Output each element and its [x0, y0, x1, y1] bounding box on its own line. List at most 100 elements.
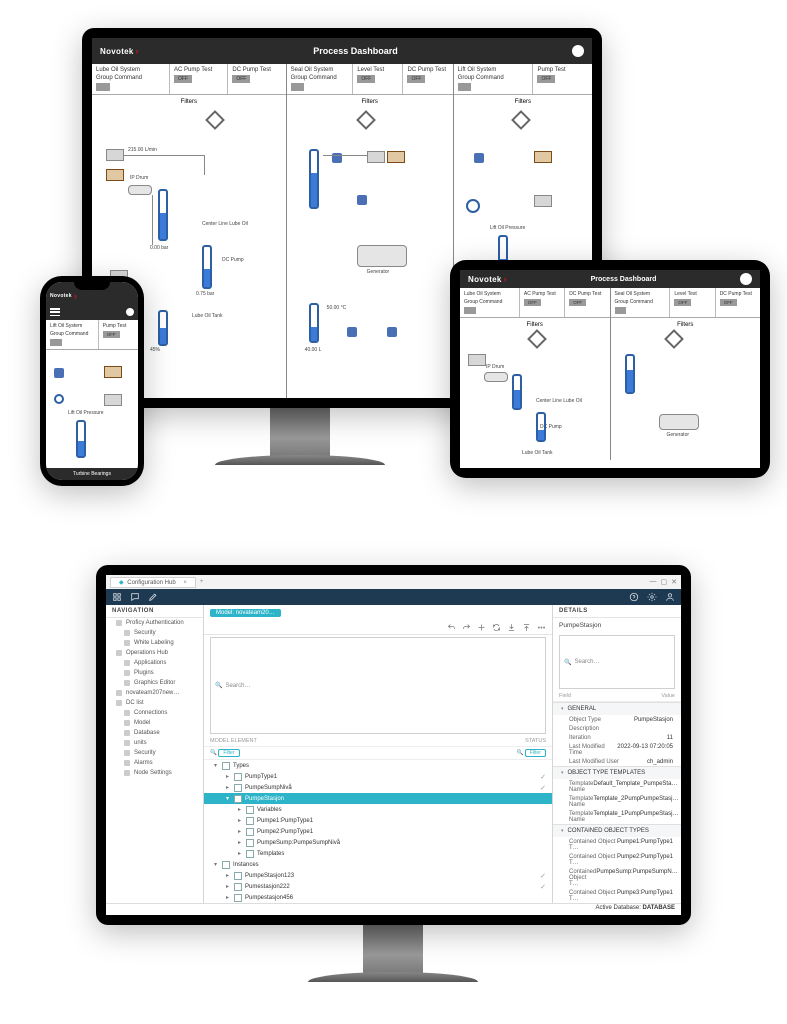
pump-icon[interactable]: [106, 169, 124, 181]
crumb-pill[interactable]: Model: novateam20…: [210, 609, 281, 617]
tree-row[interactable]: ▸PumpeSumpNivå✓: [204, 782, 552, 793]
pump-icon[interactable]: [534, 151, 552, 163]
nav-item[interactable]: Model: [106, 718, 203, 728]
nav-item[interactable]: Security: [106, 748, 203, 758]
pump-test-button[interactable]: OFF: [537, 75, 555, 83]
valve-icon[interactable]: [474, 153, 484, 163]
user-icon[interactable]: [126, 308, 134, 316]
nav-item[interactable]: Graphics Editor: [106, 678, 203, 688]
group-cmd-button[interactable]: [291, 83, 305, 91]
grid-icon[interactable]: [112, 592, 122, 602]
tank-gauge[interactable]: [309, 149, 319, 209]
nav-item[interactable]: Security: [106, 628, 203, 638]
detail-row: Contained Object T…Pumpe2:PumpType1: [553, 852, 681, 867]
tree-row[interactable]: ▸Variables: [204, 804, 552, 815]
page-title: Process Dashboard: [507, 276, 740, 283]
close-icon[interactable]: ✕: [671, 578, 677, 586]
gear-icon[interactable]: [647, 592, 657, 602]
nav-item[interactable]: units: [106, 738, 203, 748]
drum-icon: [128, 185, 152, 195]
tree-row[interactable]: ▸Pumestasjon222✓: [204, 881, 552, 892]
edit-icon[interactable]: [148, 592, 158, 602]
nav-item[interactable]: Plugins: [106, 668, 203, 678]
pump-icon[interactable]: [106, 149, 124, 161]
group-cmd-button[interactable]: [50, 339, 62, 346]
tree-row[interactable]: ▸Pumpestasjon456: [204, 892, 552, 903]
accordion-header[interactable]: CONTAINED OBJECT TYPES: [553, 824, 681, 837]
hamburger-icon[interactable]: [50, 308, 60, 316]
nav-item[interactable]: Applications: [106, 658, 203, 668]
group-cmd-button[interactable]: [458, 83, 472, 91]
nav-item[interactable]: DC list: [106, 698, 203, 708]
user-icon[interactable]: [665, 592, 675, 602]
help-icon[interactable]: [629, 592, 639, 602]
upload-icon[interactable]: [522, 623, 531, 632]
download-icon[interactable]: [507, 623, 516, 632]
valve-icon[interactable]: [357, 195, 367, 205]
nav-item[interactable]: White Labeling: [106, 638, 203, 648]
chat-icon[interactable]: [130, 592, 140, 602]
details-search-input[interactable]: 🔍 Search…: [559, 635, 675, 689]
panel-title: NAVIGATION: [106, 605, 203, 618]
refresh-icon[interactable]: [492, 623, 501, 632]
detail-row: Last Modified Userch_admin: [553, 757, 681, 766]
generator-icon: [357, 245, 407, 267]
tree-row[interactable]: ▾Instances: [204, 859, 552, 870]
valve-icon[interactable]: [387, 327, 397, 337]
tree-row[interactable]: ▾PumpeStasjon: [204, 793, 552, 804]
nav-item[interactable]: Alarms: [106, 758, 203, 768]
ac-pump-test-button[interactable]: OFF: [174, 75, 192, 83]
pump-icon[interactable]: [534, 195, 552, 207]
filter-icon: [205, 110, 225, 130]
dc-pump-test-button[interactable]: OFF: [407, 75, 425, 83]
new-tab-button[interactable]: +: [200, 579, 204, 585]
motor-icon[interactable]: [466, 199, 480, 213]
nav-item[interactable]: Operations Hub: [106, 648, 203, 658]
lift-oil-schematic: Lift Oil Pressure: [46, 350, 138, 468]
motor-icon[interactable]: [54, 394, 64, 404]
filter-icon: [527, 329, 547, 349]
user-icon[interactable]: [572, 45, 584, 57]
system-title: Lube Oil System: [96, 67, 165, 73]
pump-icon[interactable]: [367, 151, 385, 163]
tree-row[interactable]: ▸PumpeStasjon123✓: [204, 870, 552, 881]
seal-oil-schematic: Filters Generator: [287, 95, 453, 398]
dc-pump-test-button[interactable]: OFF: [232, 75, 250, 83]
tree-row[interactable]: ▾Types: [204, 760, 552, 771]
nav-item[interactable]: novateam207new…: [106, 688, 203, 698]
details-breadcrumb[interactable]: PumpeStasjon: [553, 618, 681, 633]
tree-row[interactable]: ▸PumpeSump:PumpeSumpNivå: [204, 837, 552, 848]
level-test-button[interactable]: OFF: [357, 75, 375, 83]
pump-test-button[interactable]: OFF: [103, 331, 120, 338]
nav-item[interactable]: Node Settings: [106, 768, 203, 778]
tree-row[interactable]: ▸Pumpe1:PumpType1: [204, 815, 552, 826]
accordion-header[interactable]: GENERAL: [553, 702, 681, 715]
tank-gauge[interactable]: [309, 303, 319, 343]
tree-row[interactable]: ▸Pumpe2:PumpType1: [204, 826, 552, 837]
browser-tab[interactable]: ◆ Configuration Hub ×: [110, 577, 196, 588]
redo-icon[interactable]: [462, 623, 471, 632]
more-icon[interactable]: [537, 623, 546, 632]
search-input[interactable]: 🔍 Search…: [210, 637, 546, 734]
tree-row[interactable]: ▸PumpType1✓: [204, 771, 552, 782]
phone-footer[interactable]: Turbine Bearings: [46, 468, 138, 480]
tank-gauge[interactable]: [158, 189, 168, 241]
accordion-header[interactable]: OBJECT TYPE TEMPLATES: [553, 766, 681, 779]
plus-icon[interactable]: [477, 623, 486, 632]
nav-item[interactable]: Database: [106, 728, 203, 738]
nav-item[interactable]: Connections: [106, 708, 203, 718]
tree-header: MODEL ELEMENT STATUS: [204, 736, 552, 747]
nav-item[interactable]: Proficy Authentication: [106, 618, 203, 628]
maximize-icon[interactable]: ▢: [661, 578, 668, 586]
undo-icon[interactable]: [447, 623, 456, 632]
group-cmd-button[interactable]: [96, 83, 110, 91]
tree-row[interactable]: ▸Templates: [204, 848, 552, 859]
minimize-icon[interactable]: —: [650, 578, 657, 586]
user-icon[interactable]: [740, 273, 752, 285]
tank-gauge[interactable]: [202, 245, 212, 289]
pump-icon[interactable]: [387, 151, 405, 163]
valve-icon[interactable]: [347, 327, 357, 337]
tank-gauge[interactable]: [158, 310, 168, 346]
window-titlebar: ◆ Configuration Hub × + — ▢ ✕: [106, 575, 681, 589]
detail-row: Description: [553, 724, 681, 733]
